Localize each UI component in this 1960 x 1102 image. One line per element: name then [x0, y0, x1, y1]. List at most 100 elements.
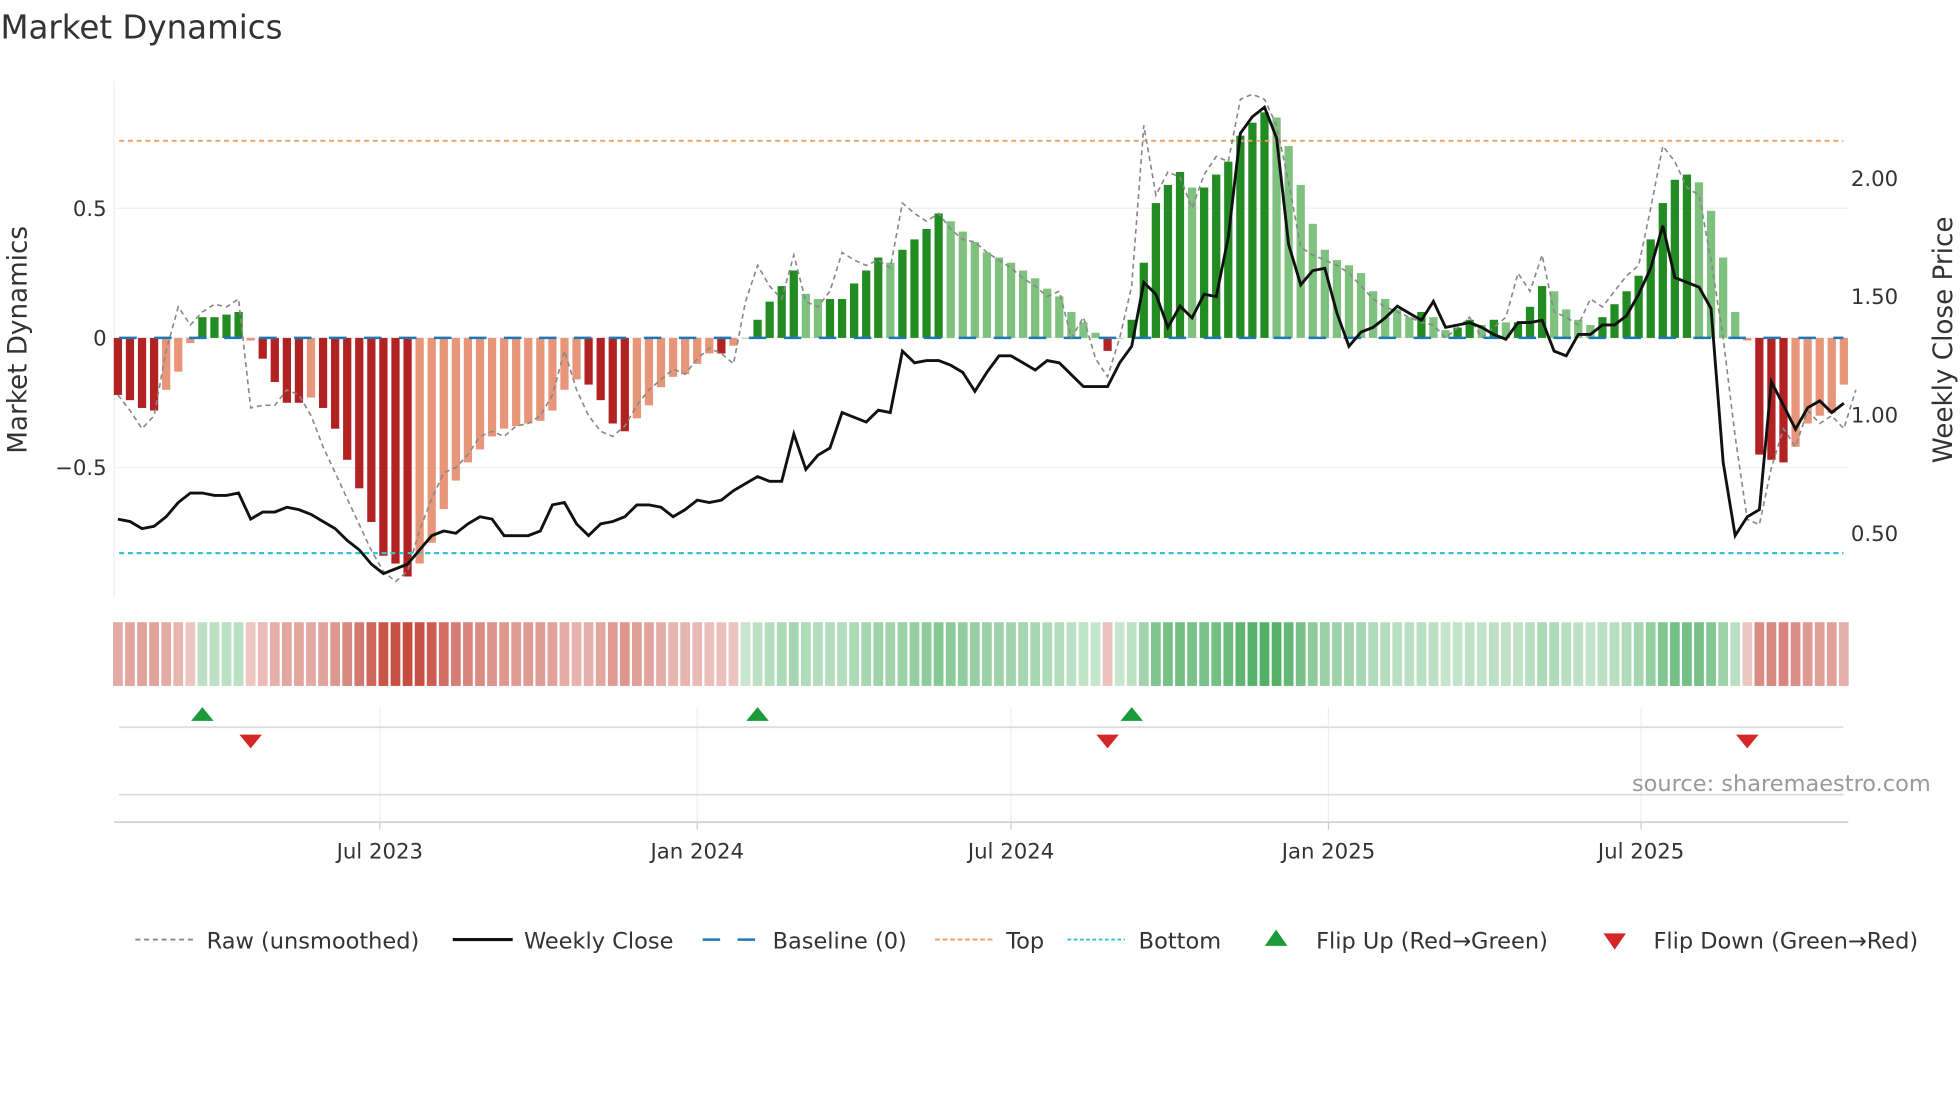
dynamics-bar — [1079, 322, 1088, 338]
dynamics-bar — [451, 337, 460, 481]
heat-strip-cell — [1175, 622, 1185, 686]
legend-bottom-label: Bottom — [1139, 928, 1221, 954]
heat-strip-cell — [849, 622, 860, 686]
heat-strip-cell — [137, 622, 147, 686]
heat-strip-cell — [1090, 622, 1101, 686]
heat-strip-cell — [1380, 622, 1391, 686]
heat-strip-cell — [1319, 622, 1330, 686]
heat-strip-cell — [1573, 622, 1584, 686]
dynamics-bar — [427, 337, 436, 543]
dynamics-bar — [1031, 278, 1040, 338]
heat-strip-cell — [173, 622, 184, 686]
dynamics-bar — [487, 337, 497, 437]
y2-tick-label: 1.00 — [1851, 403, 1898, 428]
dynamics-bar — [355, 337, 364, 489]
dynamics-bar — [415, 337, 424, 564]
heat-strip-cell — [1826, 622, 1837, 686]
dynamics-bar — [1682, 174, 1692, 338]
heat-strip-cell — [281, 622, 292, 686]
heat-strip-cell — [1742, 622, 1753, 686]
dynamics-bar — [850, 283, 859, 338]
heat-strip-cell — [1259, 622, 1270, 686]
x-tick-label: Jul 2025 — [1596, 839, 1684, 864]
heat-strip-cell — [583, 622, 594, 686]
legend-top-label: Top — [1005, 928, 1044, 954]
heat-strip-cell — [1344, 622, 1354, 686]
y-tick-label: −0.5 — [55, 456, 107, 481]
y-axis-label: Market Dynamics — [4, 226, 34, 454]
dynamics-bar — [825, 299, 835, 338]
dynamics-bar — [137, 337, 147, 408]
x-ticks: Jul 2023 Jan 2024 Jul 2024 Jan 2025 Jul 2025 — [335, 822, 1684, 864]
heat-strip-cell — [438, 622, 449, 686]
heat-strip-cell — [1706, 622, 1716, 686]
heat-strip-cell — [269, 622, 280, 686]
dynamics-bar — [596, 337, 605, 401]
heat-strip-cell — [547, 622, 558, 686]
flip-up-marker — [1120, 707, 1143, 721]
heat-strip-cell — [185, 622, 196, 686]
heat-strip-cell — [1356, 622, 1366, 686]
dynamics-bar — [765, 301, 774, 338]
heat-strip-cell — [644, 622, 654, 686]
flip-panel-grid — [379, 707, 1642, 823]
x-tick-label: Jul 2023 — [335, 839, 423, 864]
dynamics-bar — [1103, 337, 1112, 351]
y-tick-label: 0.5 — [73, 197, 107, 222]
heat-strip-cell — [1452, 622, 1463, 686]
dynamics-bar — [1550, 291, 1559, 338]
heat-strip-cell — [209, 622, 220, 686]
dynamics-bar — [886, 262, 895, 338]
heat-strip-cell — [1718, 622, 1729, 686]
heat-strip-cell — [1778, 622, 1789, 686]
heat-strip-cell — [813, 622, 823, 686]
heat-strip-cell — [1428, 622, 1439, 686]
heat-strip-cell — [463, 622, 473, 686]
dynamics-bar — [343, 337, 352, 460]
left-y-ticks: 0.5 0 −0.5 — [55, 197, 107, 481]
dynamics-bar — [1405, 317, 1414, 338]
dynamics-bar — [318, 337, 328, 408]
heat-strip-cell — [1814, 622, 1825, 686]
heat-strip-cell — [1187, 622, 1197, 686]
heat-strip-cell — [1392, 622, 1403, 686]
dynamics-bar — [246, 337, 255, 341]
dynamics-bar — [717, 337, 726, 354]
dynamics-bar — [198, 317, 207, 338]
dynamics-bar — [1839, 337, 1848, 385]
heat-strip-cell — [426, 622, 437, 686]
heat-strip-cell — [692, 622, 703, 686]
dynamics-bar — [1200, 187, 1209, 338]
heat-strip-cell — [825, 622, 835, 686]
heat-strip-cell — [318, 622, 328, 686]
heat-strip-cell — [1561, 622, 1572, 686]
market-dynamics-chart: Market Dynamics 0.50−0.5 2.001.501.000.5… — [0, 9, 1959, 955]
dynamics-bar — [548, 337, 557, 411]
heat-strip-cell — [1476, 622, 1487, 686]
heat-strip-cell — [1126, 622, 1137, 686]
dynamics-bar — [1670, 179, 1679, 338]
heat-strip-cell — [994, 622, 1004, 686]
dynamics-bar — [1151, 203, 1160, 338]
heat-strip-cell — [607, 622, 618, 686]
heat-strip-cell — [740, 622, 751, 686]
dynamics-bar — [608, 337, 617, 424]
heat-strip-cell — [1163, 622, 1173, 686]
heat-strip-cell — [1694, 622, 1704, 686]
heat-strip-cell — [487, 622, 497, 686]
flip-up-marker — [191, 707, 214, 721]
flip-down-marker — [1736, 734, 1759, 749]
dynamics-bar — [403, 337, 412, 577]
heat-strip-cell — [1283, 622, 1294, 686]
dynamics-bar — [125, 337, 135, 401]
heat-strip-cell — [499, 622, 509, 686]
legend-raw-label: Raw (unsmoothed) — [207, 928, 420, 954]
dynamics-bar — [282, 337, 291, 403]
dynamics-bar — [1212, 174, 1221, 338]
heat-strip-cell — [571, 622, 582, 686]
heat-strip-cell — [450, 622, 461, 686]
heat-strip-cell — [354, 622, 365, 686]
heat-strip-cell — [1597, 622, 1608, 686]
heat-strip-cell — [1247, 622, 1258, 686]
right-y-ticks: 2.00 1.50 1.00 0.50 — [1851, 167, 1898, 547]
